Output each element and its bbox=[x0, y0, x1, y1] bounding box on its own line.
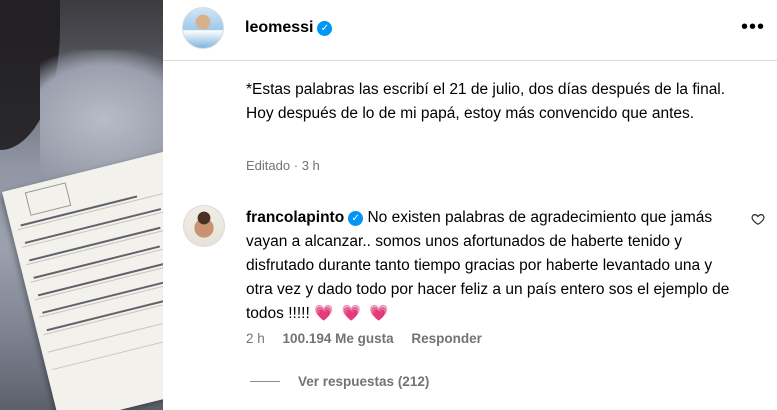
view-replies-label[interactable]: Ver respuestas (212) bbox=[298, 374, 429, 389]
verified-icon: ✓ bbox=[348, 211, 364, 226]
note-stamp bbox=[24, 182, 72, 216]
comment-meta: 2 h 100.194 Me gusta Responder bbox=[246, 331, 496, 346]
heart-icon[interactable] bbox=[751, 212, 765, 226]
commenter-avatar[interactable] bbox=[183, 205, 225, 247]
handwritten-note bbox=[2, 150, 163, 410]
reply-button[interactable]: Responder bbox=[411, 331, 482, 346]
caption-time[interactable]: 3 h bbox=[302, 158, 320, 173]
heart-emoji: 💗 💗 💗 bbox=[314, 305, 391, 322]
verified-icon: ✓ bbox=[317, 21, 333, 36]
author-avatar[interactable] bbox=[182, 7, 224, 49]
edited-label: Editado bbox=[246, 158, 291, 173]
author-username[interactable]: leomessi ✓ bbox=[245, 19, 333, 37]
post-header: leomessi ✓ ••• bbox=[163, 0, 777, 61]
post-caption: *Estas palabras las escribí el 21 de jul… bbox=[246, 81, 726, 122]
commenter-username[interactable]: francolapinto bbox=[246, 209, 344, 226]
comment: francolapinto ✓ No existen palabras de ag… bbox=[246, 206, 740, 326]
more-icon[interactable]: ••• bbox=[741, 17, 765, 37]
replies-divider bbox=[250, 381, 280, 382]
post-photo[interactable] bbox=[0, 0, 163, 410]
comment-time[interactable]: 2 h bbox=[246, 331, 265, 346]
author-username-text[interactable]: leomessi bbox=[245, 19, 313, 36]
comment-likes[interactable]: 100.194 Me gusta bbox=[283, 331, 394, 346]
time-separator: · bbox=[293, 158, 299, 173]
caption-meta: Editado · 3 h bbox=[246, 158, 320, 173]
view-replies-button[interactable]: Ver respuestas (212) bbox=[250, 374, 429, 389]
